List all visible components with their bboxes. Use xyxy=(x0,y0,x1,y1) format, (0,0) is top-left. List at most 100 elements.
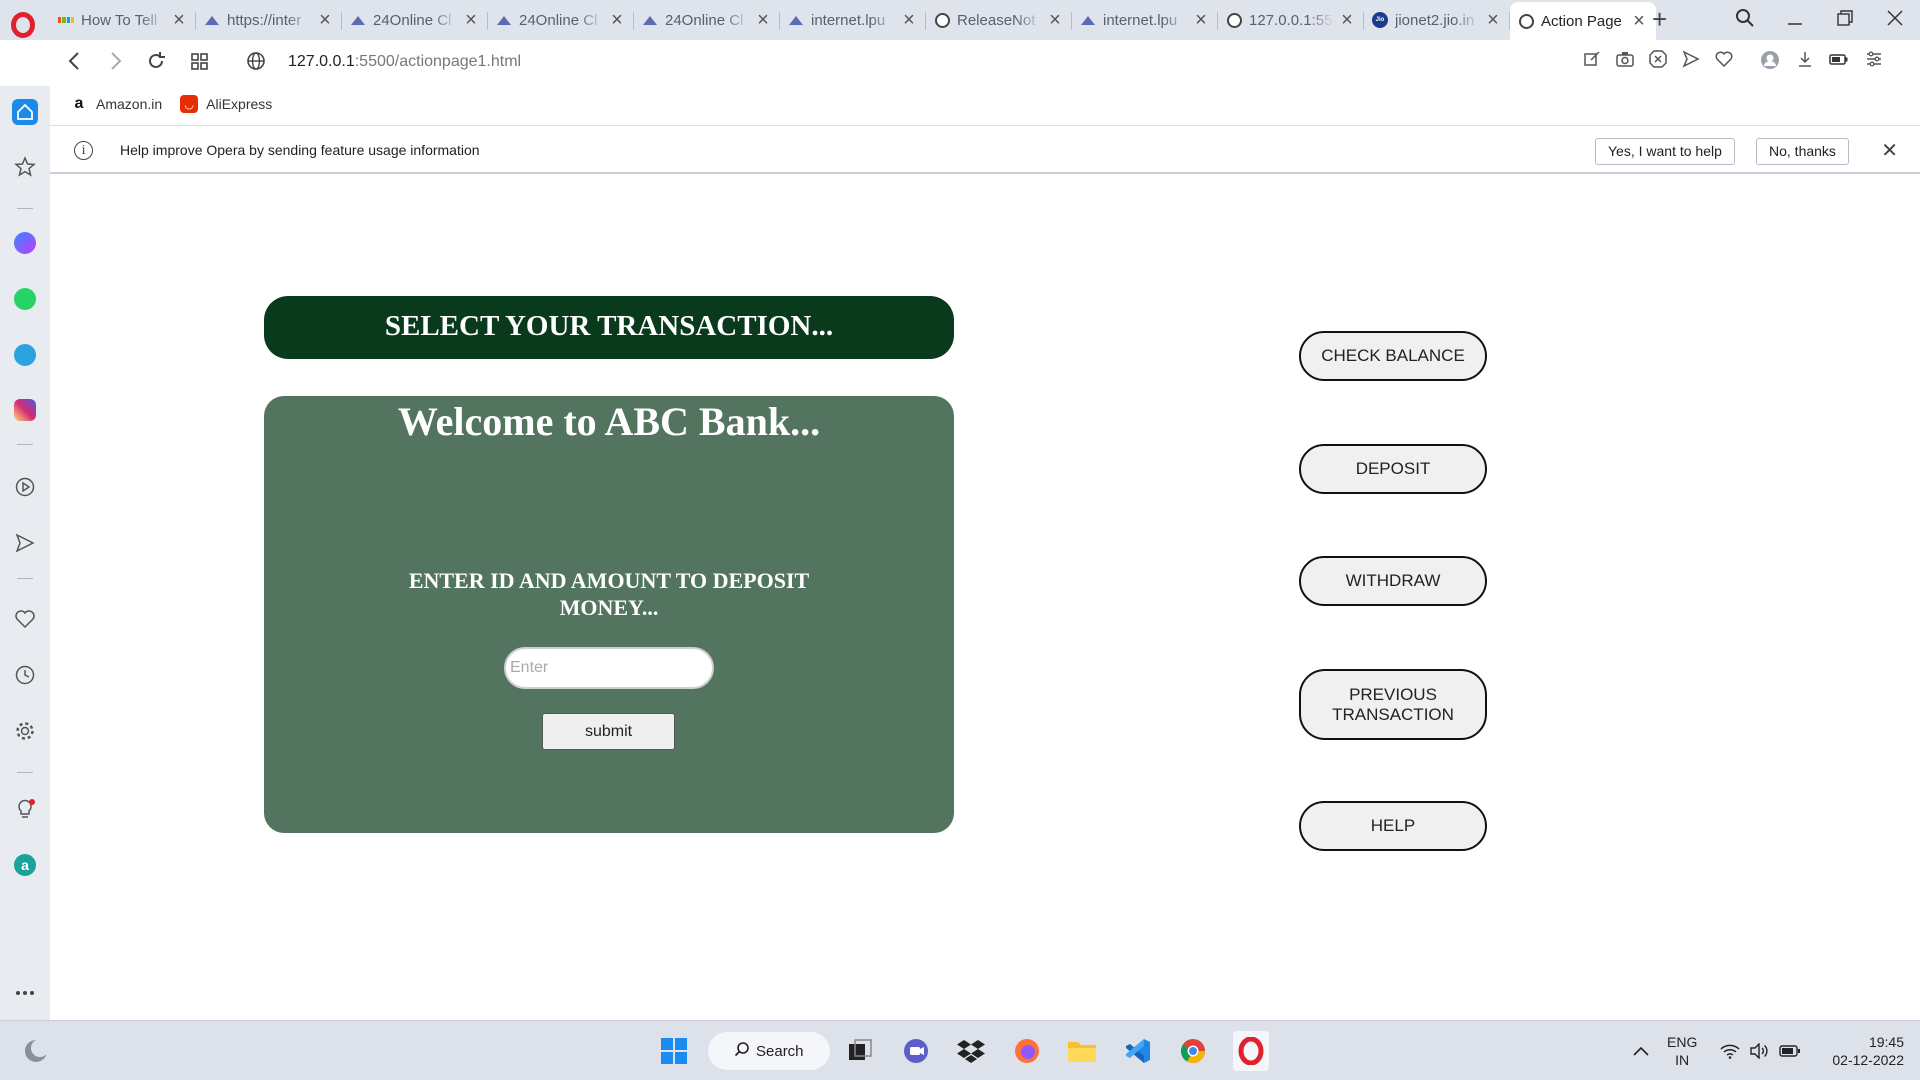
close-tab-icon[interactable]: × xyxy=(170,9,188,32)
easy-setup-icon[interactable] xyxy=(1865,50,1883,73)
bookmarks-heart-icon[interactable] xyxy=(12,606,38,632)
close-tab-icon[interactable]: × xyxy=(900,9,918,32)
wifi-icon[interactable] xyxy=(1714,1035,1746,1067)
start-windows-icon[interactable] xyxy=(658,1035,690,1067)
telegram-icon[interactable] xyxy=(12,342,38,368)
whatsapp-icon[interactable] xyxy=(12,286,38,312)
withdraw-button[interactable]: WITHDRAW xyxy=(1299,556,1487,606)
close-tab-icon[interactable]: × xyxy=(608,9,626,32)
tab-24online-1[interactable]: 24Online Cl × xyxy=(342,2,488,38)
transaction-banner: SELECT YOUR TRANSACTION... xyxy=(264,296,954,359)
history-clock-icon[interactable] xyxy=(12,662,38,688)
yes-help-button[interactable]: Yes, I want to help xyxy=(1595,138,1735,165)
site-info-globe-icon[interactable] xyxy=(246,50,266,78)
tab-search-icon[interactable] xyxy=(1722,0,1768,36)
bookmark-amazon[interactable]: a Amazon.in xyxy=(70,95,163,113)
language-indicator[interactable]: ENG IN xyxy=(1667,1033,1697,1069)
check-balance-button[interactable]: CHECK BALANCE xyxy=(1299,331,1487,381)
battery-icon[interactable] xyxy=(1774,1035,1806,1067)
weather-widget-icon[interactable] xyxy=(20,1035,52,1067)
no-thanks-button[interactable]: No, thanks xyxy=(1756,138,1849,165)
chrome-icon[interactable] xyxy=(1177,1035,1209,1067)
dropbox-icon[interactable] xyxy=(955,1035,987,1067)
tab-24online-3[interactable]: 24Online Cl × xyxy=(634,2,780,38)
tab-title: How To Tell xyxy=(81,11,158,29)
profile-avatar-icon[interactable] xyxy=(1760,50,1780,75)
help-button[interactable]: HELP xyxy=(1299,801,1487,851)
globe-icon xyxy=(934,12,950,28)
home-icon[interactable] xyxy=(12,99,38,125)
settings-gear-icon[interactable] xyxy=(12,718,38,744)
tab-title: 24Online Cl xyxy=(373,11,452,29)
file-explorer-icon[interactable] xyxy=(1066,1035,1098,1067)
download-icon[interactable] xyxy=(1796,50,1814,73)
submit-button[interactable]: submit xyxy=(542,713,675,750)
triangle-icon xyxy=(496,13,512,27)
task-view-icon[interactable] xyxy=(844,1035,876,1067)
opera-logo-icon[interactable] xyxy=(11,12,35,38)
taskbar-search[interactable]: Search xyxy=(708,1032,830,1070)
send-icon[interactable] xyxy=(1682,50,1700,73)
welcome-heading: Welcome to ABC Bank... xyxy=(397,399,821,444)
tab-jionet[interactable]: Jio jionet2.jio.in × xyxy=(1364,2,1510,38)
tab-title: internet.lpu xyxy=(811,11,886,29)
back-icon[interactable] xyxy=(66,50,84,78)
microsoft-icon xyxy=(58,13,74,27)
restore-icon[interactable] xyxy=(1822,0,1868,36)
triangle-icon xyxy=(1080,13,1096,27)
minimize-icon[interactable] xyxy=(1772,0,1818,36)
triangle-icon xyxy=(204,13,220,27)
clock[interactable]: 19:45 02-12-2022 xyxy=(1820,1033,1904,1069)
adblock-icon[interactable] xyxy=(1649,50,1667,73)
volume-icon[interactable] xyxy=(1744,1035,1776,1067)
close-tab-icon[interactable]: × xyxy=(1484,9,1502,32)
send-flow-icon[interactable] xyxy=(12,530,38,556)
tab-grid-icon[interactable] xyxy=(190,50,210,78)
opera-taskbar-icon[interactable] xyxy=(1233,1031,1269,1071)
close-window-icon[interactable] xyxy=(1872,0,1918,36)
language-bottom: IN xyxy=(1675,1052,1690,1068)
tab-list: How To Tell × https://inter × 24Online C… xyxy=(50,2,1656,40)
close-tab-icon[interactable]: × xyxy=(754,9,772,32)
forward-icon[interactable] xyxy=(106,50,124,78)
new-tab-plus-icon[interactable]: + xyxy=(1652,4,1667,35)
tab-action-page[interactable]: Action Page × xyxy=(1510,2,1656,40)
close-tab-icon[interactable]: × xyxy=(1192,9,1210,32)
previous-transaction-button[interactable]: PREVIOUS TRANSACTION xyxy=(1299,669,1487,740)
tab-https-inter[interactable]: https://inter × xyxy=(196,2,342,38)
close-tab-icon[interactable]: × xyxy=(316,9,334,32)
more-dots-icon[interactable] xyxy=(12,980,38,1006)
lightbulb-tips-icon[interactable] xyxy=(12,796,38,822)
tab-strip: How To Tell × https://inter × 24Online C… xyxy=(0,0,1920,40)
taskbar: Search ENG IN 19:45 02-12-2022 xyxy=(0,1020,1920,1080)
url-field[interactable]: 127.0.0.1:5500/actionpage1.html xyxy=(288,53,521,71)
reload-icon[interactable] xyxy=(146,50,166,78)
aria-icon[interactable]: a xyxy=(12,852,38,878)
tab-how-to-tell[interactable]: How To Tell × xyxy=(50,2,196,38)
heart-icon[interactable] xyxy=(1715,50,1733,73)
messenger-icon[interactable] xyxy=(12,230,38,256)
tab-internet-lpu-1[interactable]: internet.lpu × xyxy=(780,2,926,38)
close-tab-icon[interactable]: × xyxy=(1046,9,1064,32)
tab-releasenotes[interactable]: ReleaseNot × xyxy=(926,2,1072,38)
close-info-bar-icon[interactable]: ✕ xyxy=(1881,138,1898,163)
teams-chat-icon[interactable] xyxy=(900,1035,932,1067)
vscode-icon[interactable] xyxy=(1122,1035,1154,1067)
instagram-icon[interactable] xyxy=(12,397,38,423)
firefox-icon[interactable] xyxy=(1011,1035,1043,1067)
tab-24online-2[interactable]: 24Online Cl × xyxy=(488,2,634,38)
snap-edit-icon[interactable] xyxy=(1583,50,1601,73)
player-icon[interactable] xyxy=(12,474,38,500)
star-speed-dial-icon[interactable] xyxy=(12,154,38,180)
tab-internet-lpu-2[interactable]: internet.lpu × xyxy=(1072,2,1218,38)
close-tab-icon[interactable]: × xyxy=(462,9,480,32)
close-tab-icon[interactable]: × xyxy=(1338,9,1356,32)
show-hidden-icons-chevron-icon[interactable] xyxy=(1625,1035,1657,1067)
deposit-button[interactable]: DEPOSIT xyxy=(1299,444,1487,494)
bookmark-aliexpress[interactable]: ◡ AliExpress xyxy=(180,95,272,113)
camera-icon[interactable] xyxy=(1616,50,1634,73)
tab-localhost[interactable]: 127.0.0.1:55 × xyxy=(1218,2,1364,38)
battery-saver-icon[interactable] xyxy=(1829,50,1849,73)
amount-input[interactable] xyxy=(504,647,714,689)
close-tab-icon[interactable]: × xyxy=(1630,10,1648,33)
